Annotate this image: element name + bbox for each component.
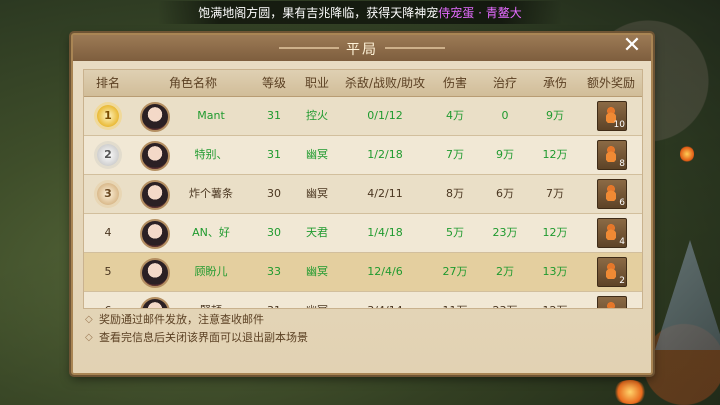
col-reward: 额外奖励 [586,76,635,90]
class-cell: 天君 [306,226,328,239]
taken-cell: 13万 [542,265,568,278]
reward-item-button[interactable]: 2 [597,257,627,287]
col-rank: 排名 [95,76,120,90]
reward-item-button[interactable] [597,296,627,308]
broadcast-text: 饱满地阁方圆，果有吉兆降临，获得天降神宠 [198,5,439,20]
heal-cell: 2万 [496,265,514,278]
reward-item-button[interactable]: 6 [597,179,627,209]
battle-result-dialog: 平局 ✕ 排名 角色名称 等级 职业 杀敌/战败/助攻 伤害 治疗 承伤 额外奖… [71,33,653,375]
campfire [680,145,694,163]
heal-cell: 9万 [496,148,514,161]
taken-cell: 9万 [546,109,564,122]
gourd-icon [606,302,616,308]
col-damage: 伤害 [442,76,467,90]
dialog-title: 平局 [346,42,378,58]
damage-cell: 7万 [446,148,464,161]
avatar [140,219,170,249]
avatar [140,258,170,288]
kda-cell: 1/2/18 [367,148,403,161]
campfire [612,380,648,404]
class-cell: 幽冥 [306,265,328,278]
avatar [140,141,170,171]
class-cell: 幽冥 [306,148,328,161]
table-row: 1 Mant 31 控火 0/1/12 4万 0 9万 10 [84,97,642,136]
gourd-icon [606,224,616,240]
level-cell: 30 [267,226,281,239]
table-row: 3 炸个薯条 30 幽冥 4/2/11 8万 6万 7万 6 [84,175,642,214]
kda-cell: 1/4/18 [367,226,403,239]
taken-cell: 12万 [542,148,568,161]
heal-cell: 23万 [492,226,518,239]
table-header: 排名 角色名称 等级 职业 杀敌/战败/助攻 伤害 治疗 承伤 额外奖励 [84,70,642,97]
col-kda: 杀敌/战败/助攻 [344,76,426,90]
damage-cell: 11万 [430,292,480,308]
taken-cell: 12万 [542,226,568,239]
notes: 奖励通过邮件发放，注意查收邮件 查看完信息后关闭该界面可以退出副本场景 [85,311,308,347]
scoreboard-table: 排名 角色名称 等级 职业 杀敌/战败/助攻 伤害 治疗 承伤 额外奖励 1 Ma… [83,69,643,309]
reward-count: 10 [613,120,625,130]
damage-cell: 8万 [446,187,464,200]
col-level: 等级 [261,76,286,90]
taken-cell: 12万 [530,292,580,308]
note-item: 查看完信息后关闭该界面可以退出副本场景 [85,329,308,347]
class-cell: 幽冥 [306,187,328,200]
rank-medal-icon: 1 [97,105,119,127]
avatar [140,102,170,132]
level-cell: 33 [267,265,281,278]
gourd-icon [606,263,616,279]
table-row: 6 緊顿31幽冥3/4/1411万23万12万 [84,292,642,308]
class-cell: 幽冥 [294,292,340,308]
player-name: Mant [197,109,225,122]
reward-count: 6 [619,198,625,208]
gourd-icon [606,146,616,162]
col-heal: 治疗 [492,76,517,90]
level-cell: 30 [267,187,281,200]
col-taken: 承伤 [542,76,567,90]
rank-medal-icon: 2 [97,144,119,166]
reward-count: 2 [619,276,625,286]
gourd-icon [606,185,616,201]
reward-item-button[interactable]: 8 [597,140,627,170]
damage-cell: 5万 [446,226,464,239]
heal-cell: 23万 [480,292,530,308]
heal-cell: 6万 [496,187,514,200]
level-cell: 31 [267,148,281,161]
note-item: 奖励通过邮件发放，注意查收邮件 [85,311,308,329]
broadcast-highlight: 侍宠蛋 · 青鳌大 [438,5,522,20]
class-cell: 控火 [306,109,328,122]
system-broadcast-banner: 饱满地阁方圆，果有吉兆降临，获得天降神宠侍宠蛋 · 青鳌大 [0,0,720,24]
reward-count: 8 [619,159,625,169]
reward-count: 4 [619,237,625,247]
player-name: 緊顿 [168,292,254,308]
damage-cell: 4万 [446,109,464,122]
table-row: 4 AN、好 30 天君 1/4/18 5万 23万 12万 4 [84,214,642,253]
rank-cell: 6 [84,292,132,308]
table-row: 5 顾盼儿 33 幽冥 12/4/6 27万 2万 13万 2 [84,253,642,292]
reward-item-button[interactable]: 10 [597,101,627,131]
kda-cell: 3/4/14 [340,292,430,308]
kda-cell: 0/1/12 [367,109,403,122]
player-name: 特别、 [194,148,228,161]
rank-medal-icon: 3 [97,183,119,205]
reward-item-button[interactable]: 4 [597,218,627,248]
player-name: AN、好 [192,226,230,239]
table-row: 2 特别、 31 幽冥 1/2/18 7万 9万 12万 8 [84,136,642,175]
kda-cell: 4/2/11 [367,187,403,200]
level-cell: 31 [254,292,294,308]
close-icon: ✕ [622,33,642,58]
heal-cell: 0 [501,109,509,122]
player-name: 炸个薯条 [189,187,233,200]
damage-cell: 27万 [442,265,468,278]
close-button[interactable]: ✕ [621,35,643,59]
col-class: 职业 [304,76,329,90]
player-name: 顾盼儿 [194,265,228,278]
rank-cell: 5 [104,265,112,278]
taken-cell: 7万 [546,187,564,200]
kda-cell: 12/4/6 [367,265,403,278]
avatar [140,180,170,210]
col-name: 角色名称 [168,76,217,90]
level-cell: 31 [267,109,281,122]
rank-cell: 4 [104,226,112,239]
avatar [140,297,170,308]
